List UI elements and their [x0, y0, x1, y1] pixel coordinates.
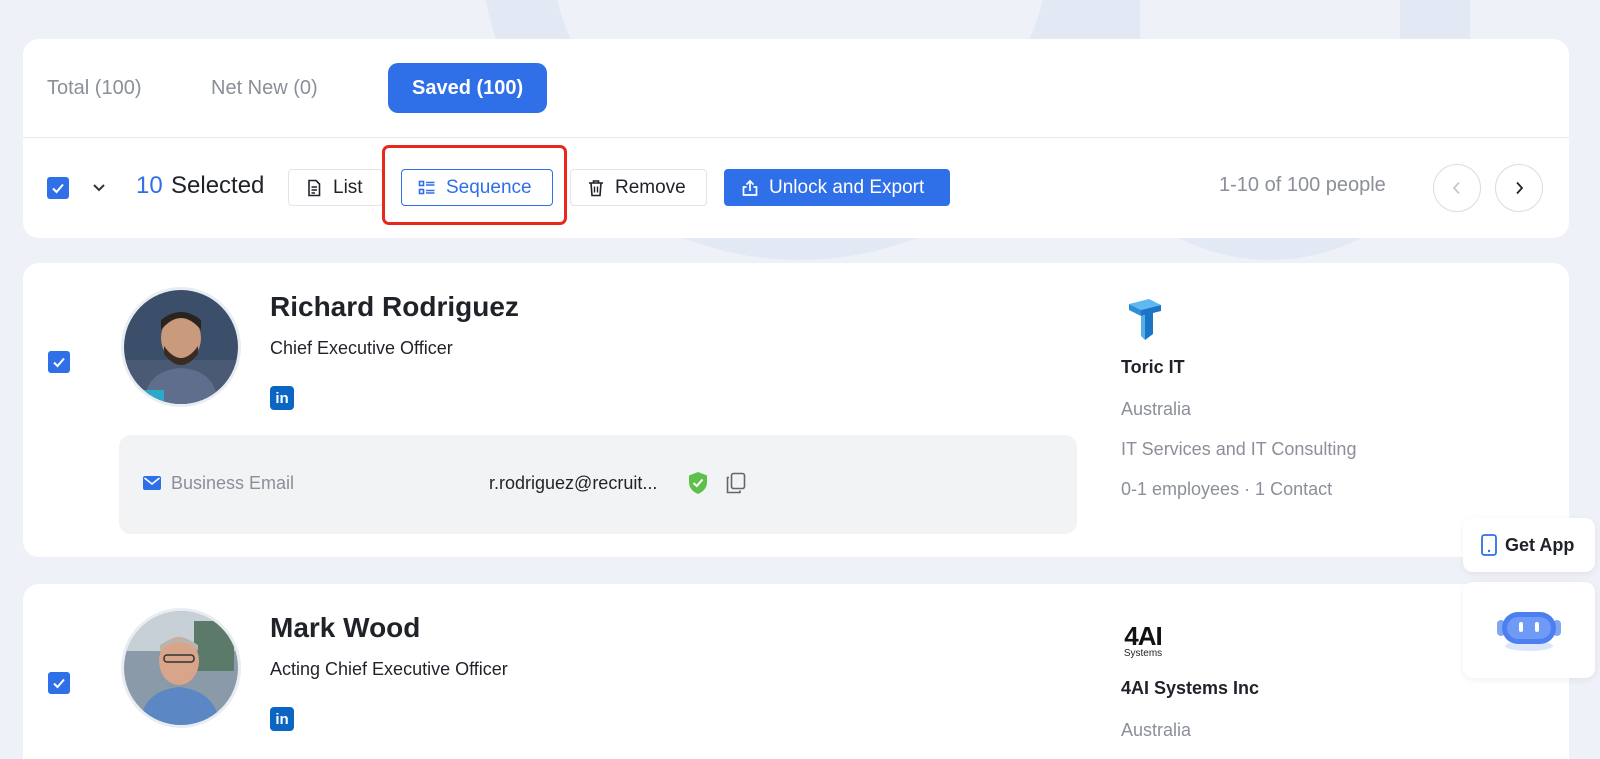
check-icon: [53, 678, 65, 689]
person-select-checkbox[interactable]: [48, 351, 70, 373]
person-select-checkbox[interactable]: [48, 672, 70, 694]
person-title: Chief Executive Officer: [270, 338, 453, 358]
phone-icon: [1481, 534, 1497, 556]
list-button-label: List: [333, 176, 363, 198]
person-card: Richard Rodriguez Chief Executive Office…: [23, 263, 1569, 557]
chevron-left-icon: [1452, 181, 1460, 195]
company-logo-subtext: Systems: [1123, 648, 1163, 659]
company-industry: IT Services and IT Consulting: [1121, 439, 1357, 459]
selected-label: Selected: [171, 172, 265, 199]
avatar[interactable]: [121, 287, 241, 407]
linkedin-icon[interactable]: in: [270, 386, 294, 410]
select-all-checkbox[interactable]: [47, 177, 69, 199]
company-name[interactable]: Toric IT: [1121, 357, 1185, 378]
check-icon: [52, 183, 64, 194]
linkedin-icon[interactable]: in: [270, 707, 294, 731]
company-country: Australia: [1121, 399, 1192, 419]
list-document-icon: [308, 179, 321, 196]
company-name[interactable]: 4AI Systems Inc: [1121, 678, 1259, 699]
avatar[interactable]: [121, 608, 241, 728]
person-card: Mark Wood Acting Chief Executive Officer…: [23, 584, 1569, 759]
company-size: 0-1 employees · 1 Contact: [1121, 479, 1333, 499]
selected-count: 10: [136, 172, 163, 199]
bulk-action-toolbar: 10 Selected List Sequence Remove Unlock …: [23, 138, 1569, 238]
check-icon: [53, 357, 65, 368]
copy-icon[interactable]: [725, 472, 747, 494]
sequence-button-label: Sequence: [446, 176, 532, 198]
email-value: r.rodriguez@recruit...: [489, 473, 658, 493]
add-to-sequence-button[interactable]: Sequence: [401, 169, 553, 206]
company-logo[interactable]: 4AI Systems: [1116, 614, 1170, 668]
selection-dropdown-chevron-down-icon[interactable]: [89, 176, 109, 200]
pagination-text: 1-10 of 100 people: [1219, 174, 1386, 196]
export-icon: [742, 179, 758, 196]
tab-bar: Total (100) Net New (0) Saved (100): [23, 39, 1569, 138]
robot-icon: [1497, 612, 1561, 651]
person-name[interactable]: Richard Rodriguez: [270, 291, 519, 323]
tab-total[interactable]: Total (100): [47, 63, 142, 113]
email-icon: [143, 476, 161, 490]
trash-icon: [589, 179, 603, 196]
remove-button[interactable]: Remove: [570, 169, 707, 206]
previous-page-button[interactable]: [1433, 164, 1481, 212]
company-logo-text: 4AI: [1124, 621, 1162, 651]
company-country: Australia: [1121, 720, 1192, 740]
email-row: Business Email r.rodriguez@recruit...: [119, 435, 1077, 534]
remove-button-label: Remove: [615, 176, 686, 198]
person-title: Acting Chief Executive Officer: [270, 659, 508, 679]
verified-shield-icon: [689, 472, 707, 494]
email-label: Business Email: [171, 473, 295, 493]
unlock-and-export-button[interactable]: Unlock and Export: [724, 169, 950, 206]
chat-assistant-button[interactable]: [1463, 582, 1595, 678]
person-name[interactable]: Mark Wood: [270, 612, 420, 644]
get-app-label: Get App: [1505, 534, 1575, 555]
get-app-button[interactable]: Get App: [1463, 518, 1595, 572]
next-page-button[interactable]: [1495, 164, 1543, 212]
sequence-icon: [418, 180, 435, 194]
tab-saved[interactable]: Saved (100): [388, 63, 548, 113]
export-button-label: Unlock and Export: [769, 176, 925, 198]
results-header-card: Total (100) Net New (0) Saved (100) 10 S…: [23, 39, 1569, 238]
chevron-right-icon: [1516, 181, 1524, 195]
add-to-list-button[interactable]: List: [288, 169, 383, 206]
tab-net-new[interactable]: Net New (0): [211, 63, 318, 113]
company-logo[interactable]: [1116, 293, 1170, 347]
